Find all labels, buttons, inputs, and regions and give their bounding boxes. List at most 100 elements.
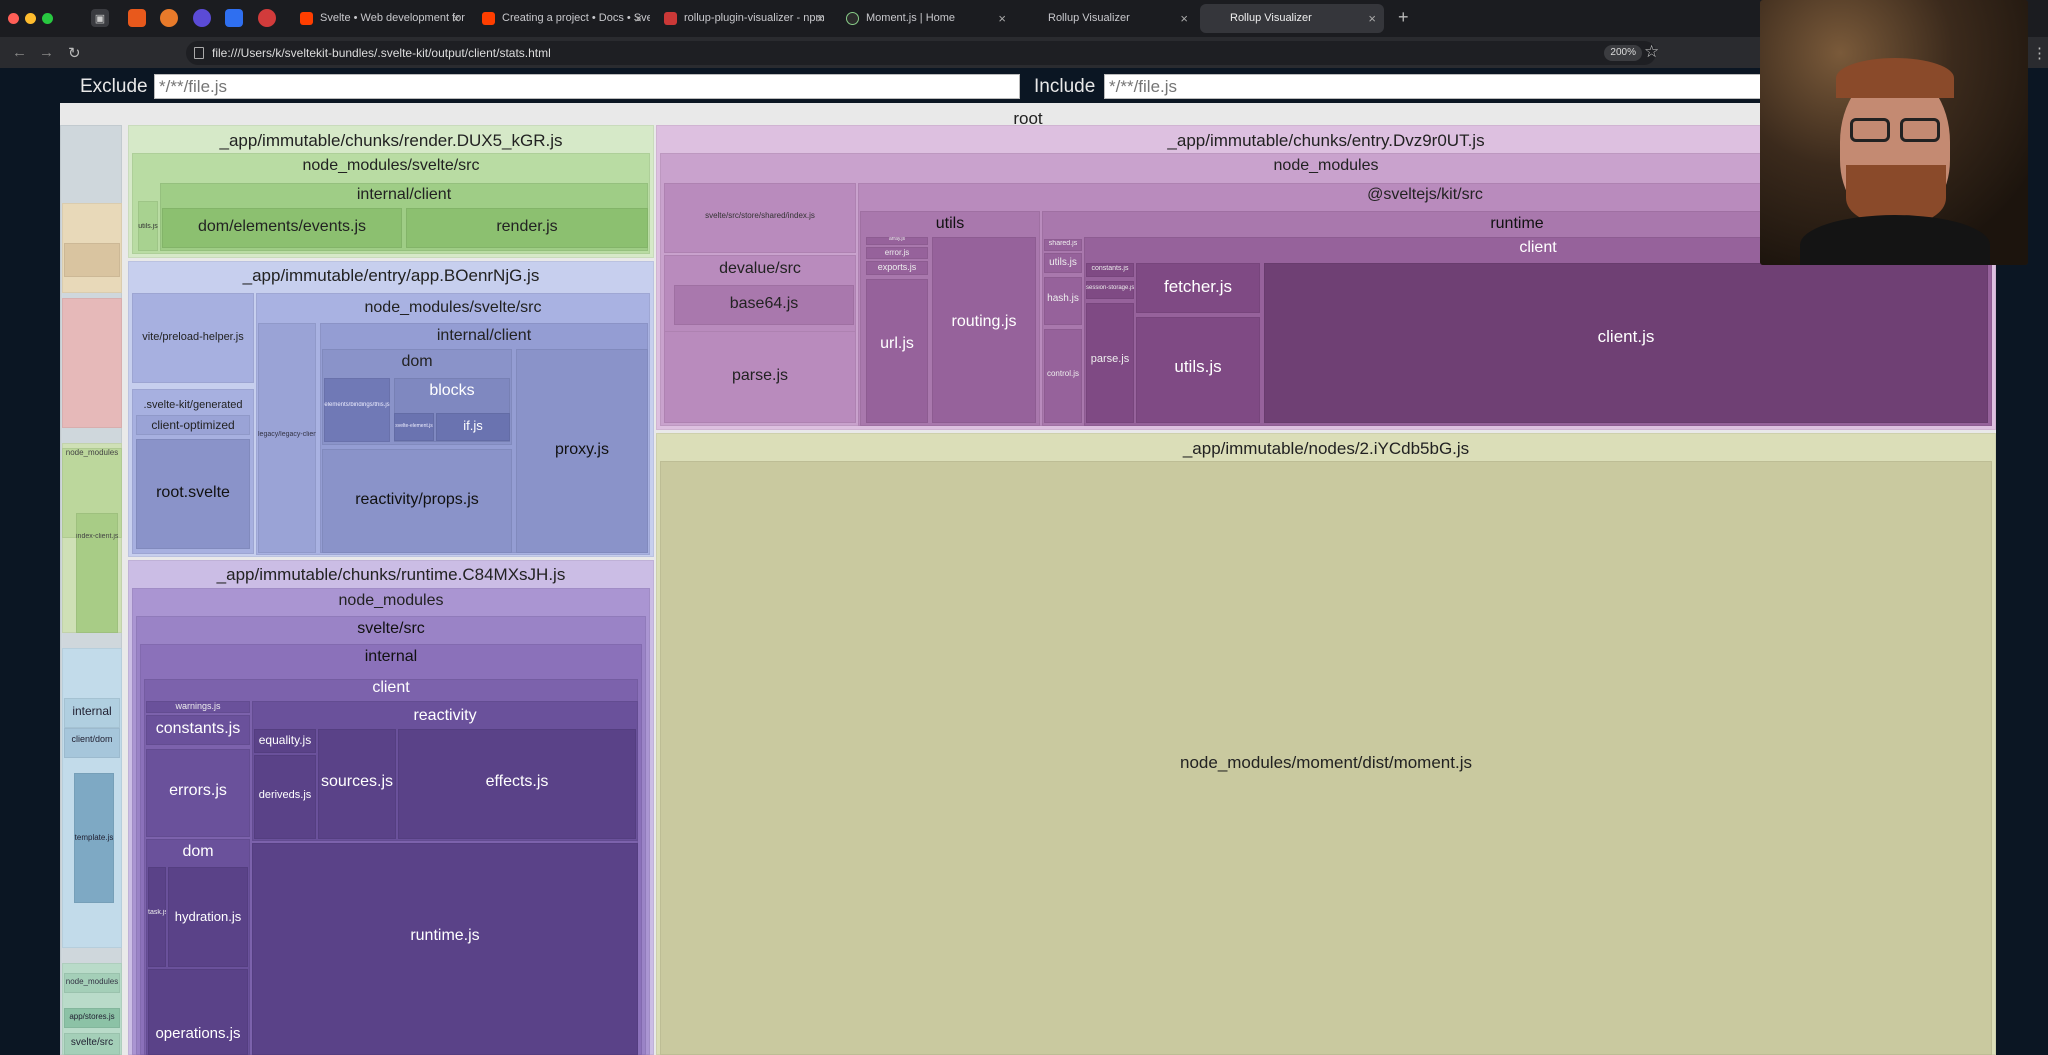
close-window-icon[interactable] [8, 13, 19, 24]
treemap-node-entry-session-storage[interactable]: session-storage.js [1086, 281, 1134, 299]
treemap-node-app-client-optimized[interactable]: client-optimized [136, 415, 250, 435]
treemap-label: .svelte-kit/generated [143, 399, 243, 411]
treemap-node-render-utils[interactable]: utils.js [138, 201, 158, 251]
treemap-node-app-legacy-client[interactable]: legacy/legacy-client.js [258, 323, 316, 553]
browser-tab-bar: ▣ Svelte • Web development for t × Creat… [0, 0, 2048, 37]
browser-menu-icon[interactable]: ⋮ [2032, 44, 2047, 62]
minimize-window-icon[interactable] [25, 13, 36, 24]
treemap-label: internal/client [436, 327, 532, 344]
close-tab-icon[interactable]: × [1368, 4, 1376, 33]
treemap-node-side-block-index[interactable]: index-client.js [76, 513, 118, 633]
maximize-window-icon[interactable] [42, 13, 53, 24]
treemap-node-entry-client-js[interactable]: client.js [1264, 263, 1988, 423]
tab-search-icon[interactable]: ▣ [91, 9, 109, 27]
treemap-node-runtime-hydration[interactable]: hydration.js [168, 867, 248, 967]
treemap-node-side-block-stores[interactable]: app/stores.js [64, 1008, 120, 1028]
exclude-input[interactable] [154, 74, 1020, 99]
treemap-label: internal [364, 648, 418, 665]
browser-tab[interactable]: rollup-plugin-visualizer - npm × [654, 4, 832, 33]
treemap-node-app-reactivity-props[interactable]: reactivity/props.js [322, 449, 512, 553]
treemap-node-entry-parse2[interactable]: parse.js [1086, 303, 1134, 423]
treemap-node-entry-url[interactable]: url.js [866, 279, 928, 423]
clock-icon [846, 12, 859, 25]
treemap-node-entry-store-shared[interactable]: svelte/src/store/shared/index.js [664, 183, 856, 253]
treemap-node-entry-utils3[interactable]: utils.js [1136, 317, 1260, 423]
treemap-label: parse.js [731, 367, 789, 384]
close-tab-icon[interactable]: × [452, 4, 460, 33]
pinned-tab-icon[interactable] [160, 9, 178, 27]
treemap-label: dom [401, 353, 433, 370]
browser-tab-active[interactable]: Rollup Visualizer × [1200, 4, 1384, 33]
treemap-node-entry-base64[interactable]: base64.js [674, 285, 854, 325]
treemap-node-entry-parse[interactable]: parse.js [664, 331, 856, 423]
treemap-label: svelte/src [357, 620, 425, 637]
pinned-tab-icon[interactable] [193, 9, 211, 27]
treemap-node-runtime-effects[interactable]: effects.js [398, 729, 636, 839]
treemap-node-entry-control[interactable]: control.js [1044, 329, 1082, 423]
treemap-label: equality.js [258, 733, 312, 747]
browser-tab[interactable]: Rollup Visualizer × [1018, 4, 1196, 33]
browser-tab[interactable]: Moment.js | Home × [836, 4, 1014, 33]
treemap-node-entry-error[interactable]: error.js [866, 247, 928, 259]
treemap-node-runtime-operations[interactable]: operations.js [148, 969, 248, 1055]
treemap-node-entry-shared[interactable]: shared.js [1044, 239, 1082, 251]
browser-tab[interactable]: Svelte • Web development for t × [290, 4, 468, 33]
treemap-node-app-bindings-this[interactable]: elements/bindings/this.js [324, 378, 390, 442]
treemap-label: exports.js [877, 262, 917, 272]
treemap-label: internal [72, 704, 112, 718]
treemap-label: dom [182, 843, 214, 860]
close-tab-icon[interactable]: × [634, 4, 642, 33]
treemap-node-runtime-deriveds[interactable]: deriveds.js [254, 755, 316, 839]
treemap-node-app-if[interactable]: if.js [436, 413, 510, 441]
treemap-node-entry-fetcher[interactable]: fetcher.js [1136, 263, 1260, 313]
treemap-node-runtime-errors[interactable]: errors.js [146, 749, 250, 837]
webcam-overlay [1760, 0, 2028, 265]
treemap-node-runtime-task[interactable]: task.js [148, 867, 166, 967]
treemap-label: internal/client [356, 186, 452, 203]
treemap-node-runtime-equality[interactable]: equality.js [254, 729, 316, 753]
treemap-node-side-block-clientdom[interactable]: client/dom [64, 728, 120, 758]
treemap-node-app-proxy[interactable]: proxy.js [516, 349, 648, 553]
close-tab-icon[interactable]: × [1180, 4, 1188, 33]
back-arrow-icon[interactable]: ← [12, 44, 27, 61]
bookmark-star-icon[interactable]: ☆ [1644, 42, 1659, 62]
new-tab-button[interactable]: + [1398, 7, 1409, 28]
pinned-tab-icon[interactable] [128, 9, 146, 27]
treemap-node-entry-utils2[interactable]: utils.js [1044, 253, 1082, 273]
treemap-label: control.js [1046, 369, 1079, 378]
treemap-node-app-svelte-element[interactable]: svelte-element.js [394, 413, 434, 441]
treemap-node-runtime-warnings[interactable]: warnings.js [146, 701, 250, 713]
treemap-node-render-render[interactable]: render.js [406, 208, 648, 248]
treemap-node-app-preload-helper[interactable]: vite/preload-helper.js [132, 293, 254, 383]
close-tab-icon[interactable]: × [816, 4, 824, 33]
pinned-tab-icon[interactable] [258, 9, 276, 27]
treemap-node-runtime-runtime[interactable]: runtime.js [252, 843, 638, 1055]
forward-arrow-icon[interactable]: → [39, 44, 54, 61]
treemap-label: svelte/src/store/shared/index.js [705, 211, 815, 220]
treemap-node-entry-routing[interactable]: routing.js [932, 237, 1036, 423]
treemap-node-side-block-pink[interactable] [62, 298, 122, 428]
treemap-node-app-root-svelte[interactable]: root.svelte [136, 439, 250, 549]
treemap-node-entry-exports[interactable]: exports.js [866, 261, 928, 275]
treemap-node-runtime-constants[interactable]: constants.js [146, 715, 250, 745]
treemap-label: node_modules/moment/dist/moment.js [1180, 753, 1472, 772]
treemap-node-moment-js[interactable]: node_modules/moment/dist/moment.js [660, 461, 1992, 1055]
treemap-node-entry-hash[interactable]: hash.js [1044, 277, 1082, 325]
include-input[interactable] [1104, 74, 1764, 99]
zoom-level-badge[interactable]: 200% [1604, 45, 1642, 61]
treemap-node-side-block-svsrc[interactable]: svelte/src [64, 1033, 120, 1055]
treemap-label: effects.js [485, 773, 549, 790]
treemap-node-entry-array[interactable]: array.js [866, 237, 928, 245]
treemap-node-render-events[interactable]: dom/elements/events.js [162, 208, 402, 248]
treemap-node-side-block-template[interactable]: template.js [74, 773, 114, 903]
treemap-node-side-block-node-modules-2[interactable]: node_modules [64, 973, 120, 993]
browser-tab[interactable]: Creating a project • Docs • Svel × [472, 4, 650, 33]
reload-icon[interactable]: ↻ [68, 44, 81, 62]
address-bar[interactable]: file:///Users/k/sveltekit-bundles/.svelt… [186, 41, 1656, 65]
treemap-node-side-block-internal[interactable]: internal [64, 698, 120, 728]
pinned-tab-icon[interactable] [225, 9, 243, 27]
treemap-node-side-block[interactable] [64, 243, 120, 277]
close-tab-icon[interactable]: × [998, 4, 1006, 33]
treemap-node-entry-constants[interactable]: constants.js [1086, 263, 1134, 277]
treemap-node-runtime-sources[interactable]: sources.js [318, 729, 396, 839]
